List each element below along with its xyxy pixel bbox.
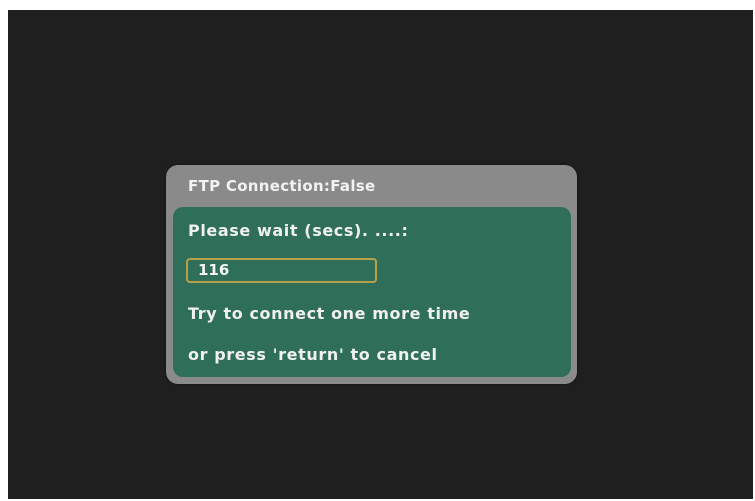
dialog-body: Please wait (secs). ....: 116 Try to con… <box>173 207 571 377</box>
cancel-instruction: or press 'return' to cancel <box>188 345 438 364</box>
ftp-connection-dialog: FTP Connection:False Please wait (secs).… <box>166 165 577 384</box>
retry-message: Try to connect one more time <box>188 304 471 323</box>
tv-screen: FTP Connection:False Please wait (secs).… <box>8 10 753 499</box>
wait-label: Please wait (secs). ....: <box>188 221 409 240</box>
dialog-title: FTP Connection:False <box>188 177 376 195</box>
countdown-field: 116 <box>186 258 377 283</box>
